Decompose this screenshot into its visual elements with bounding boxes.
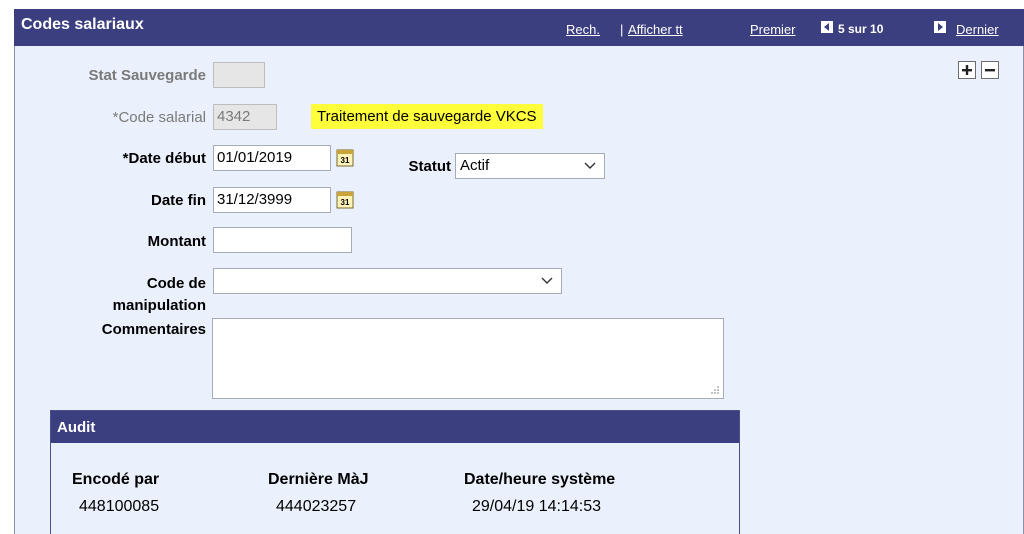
svg-text:31: 31 (341, 198, 350, 207)
code-salarial-description: Traitement de sauvegarde VKCS (311, 104, 543, 129)
code-manipulation-select[interactable] (213, 268, 562, 294)
date-fin-label: Date fin (150, 192, 206, 209)
page-title: Codes salariaux (21, 16, 144, 33)
statut-label: Statut (408, 158, 452, 175)
show-all-link[interactable]: Afficher tt (628, 22, 683, 37)
code-salarial-field: 4342 (213, 104, 277, 130)
audit-header: Audit (51, 411, 739, 443)
statut-select[interactable]: Actif (455, 153, 605, 179)
derniere-maj-value: 444023257 (276, 498, 357, 515)
remove-row-button[interactable] (981, 61, 999, 79)
next-icon[interactable] (934, 21, 946, 33)
code-manipulation-label-line2: manipulation (112, 297, 206, 314)
svg-text:31: 31 (341, 156, 350, 165)
code-salarial-label: *Code salarial (112, 109, 206, 126)
resize-grip-icon[interactable] (710, 385, 720, 395)
record-count: 5 sur 10 (838, 22, 884, 36)
commentaires-textarea[interactable] (212, 318, 724, 399)
minus-icon (985, 69, 995, 72)
page-header: Codes salariaux Rech. | Afficher tt Prem… (14, 9, 1024, 46)
link-separator: | (620, 22, 624, 37)
first-link[interactable]: Premier (750, 22, 796, 37)
chevron-down-icon (541, 277, 553, 284)
search-link[interactable]: Rech. (566, 22, 600, 37)
add-row-button[interactable] (958, 61, 976, 79)
audit-panel: Audit Encodé par 448100085 Dernière MàJ … (50, 410, 740, 534)
date-debut-input[interactable]: 01/01/2019 (213, 145, 331, 171)
derniere-maj-header: Dernière MàJ (268, 471, 369, 488)
calendar-icon[interactable]: 31 (336, 148, 354, 167)
code-manipulation-label-line1: Code de (146, 275, 206, 292)
encode-par-value: 448100085 (79, 498, 160, 515)
montant-label: Montant (147, 233, 206, 250)
stat-sauvegarde-field (213, 62, 265, 88)
previous-icon[interactable] (821, 21, 833, 33)
last-link[interactable]: Dernier (956, 22, 999, 37)
audit-title: Audit (57, 419, 96, 436)
encode-par-header: Encodé par (72, 471, 160, 488)
commentaires-label: Commentaires (101, 321, 206, 338)
chevron-down-icon (584, 162, 596, 169)
montant-input[interactable] (213, 227, 352, 253)
date-heure-systeme-value: 29/04/19 14:14:53 (472, 498, 602, 515)
calendar-icon[interactable]: 31 (336, 190, 354, 209)
date-fin-input[interactable]: 31/12/3999 (213, 187, 331, 213)
stat-sauvegarde-label: Stat Sauvegarde (88, 67, 206, 84)
date-debut-label: *Date début (122, 150, 206, 167)
date-heure-systeme-header: Date/heure système (464, 471, 616, 488)
statut-value: Actif (460, 157, 490, 174)
plus-icon (962, 65, 972, 75)
